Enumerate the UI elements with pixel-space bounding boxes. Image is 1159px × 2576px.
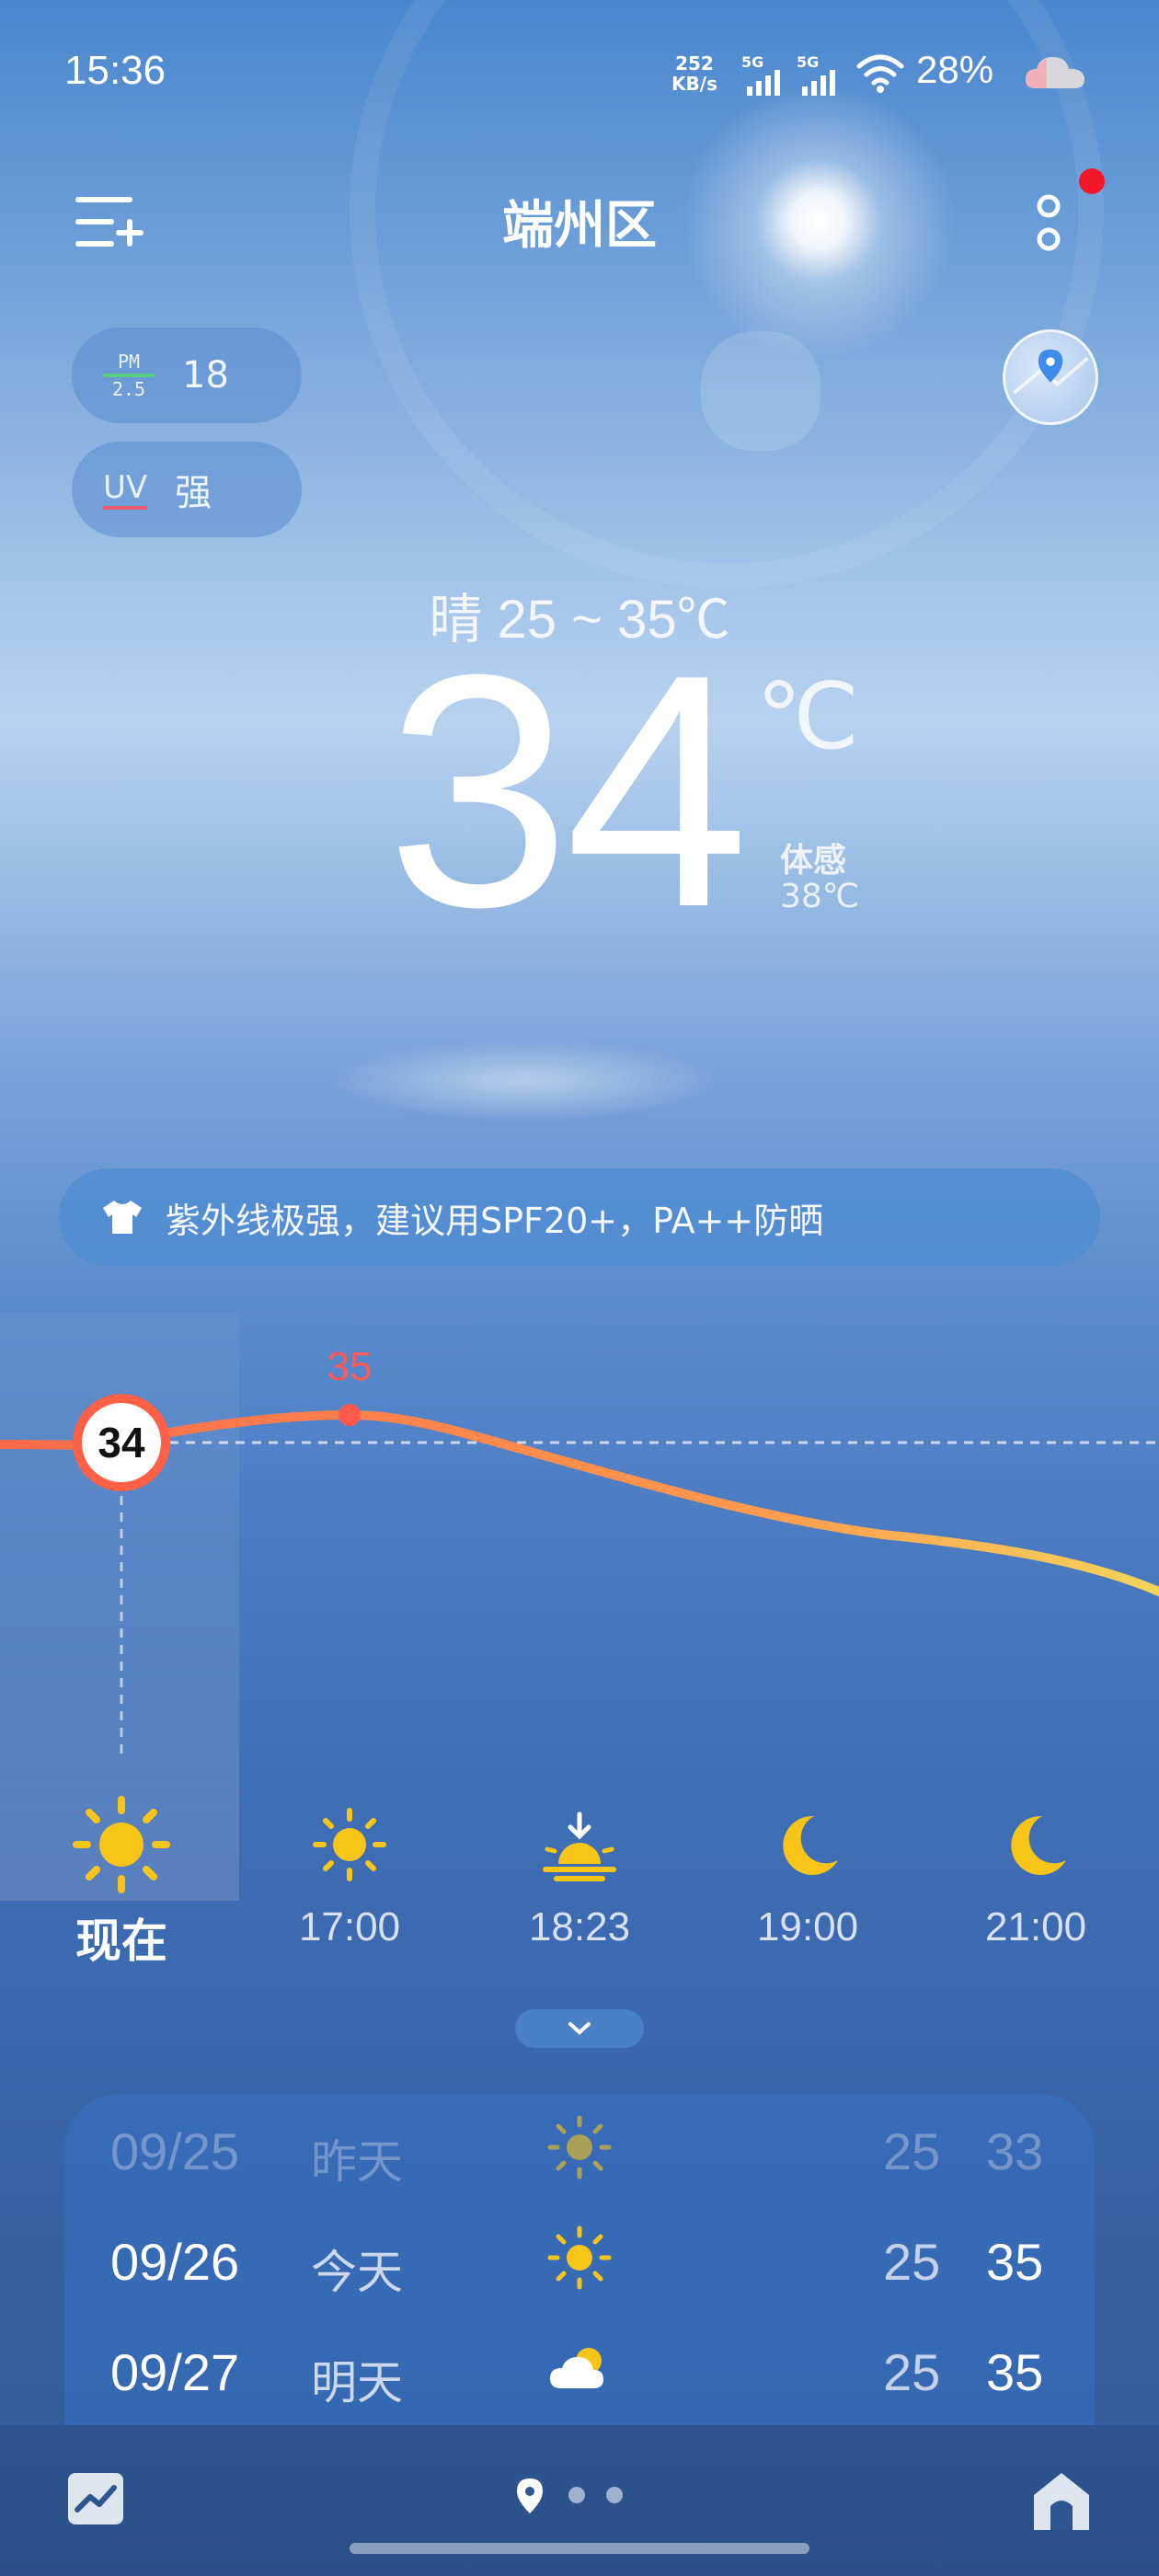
- sun-icon: [547, 2225, 612, 2290]
- pm25-label-bottom: 2.5: [111, 378, 146, 400]
- more-options-icon[interactable]: [1030, 191, 1067, 256]
- status-time: 15:36: [64, 48, 166, 93]
- hour-item[interactable]: 21:00: [962, 1794, 1109, 1950]
- trend-chart-icon[interactable]: [66, 2471, 125, 2526]
- tip-banner[interactable]: 紫外线极强，建议用SPF20+，PA++防晒: [59, 1168, 1100, 1266]
- moon-icon: [783, 1815, 838, 1875]
- signal-icon: 5G: [797, 53, 843, 96]
- daily-forecast-card: 09/25 昨天 25 33 09/26 今天 25 35 09/27 明天 2…: [64, 2094, 1095, 2425]
- daily-date: 09/26: [110, 2233, 240, 2291]
- signal-label: 5G: [741, 53, 764, 71]
- home-icon[interactable]: [1028, 2467, 1095, 2534]
- daily-high: 33: [986, 2122, 1044, 2180]
- hour-label: 现在: [75, 1915, 167, 1967]
- battery-level: 28%: [916, 48, 994, 91]
- hour-label: 17:00: [298, 1904, 401, 1949]
- hour-label: 19:00: [756, 1904, 859, 1949]
- city-title[interactable]: 端州区: [0, 184, 1159, 259]
- hourly-temperature-chart[interactable]: 35 34: [0, 1325, 1159, 1766]
- tshirt-icon: [103, 1201, 142, 1234]
- daily-date: 09/25: [110, 2122, 240, 2180]
- peak-point: [339, 1404, 361, 1426]
- signal-icon: 5G: [741, 53, 787, 96]
- hour-item[interactable]: 19:00: [734, 1794, 881, 1950]
- net-speed-value: 252: [675, 52, 714, 75]
- pm25-pill[interactable]: PM 2.5 18: [72, 328, 302, 423]
- hour-item[interactable]: 18:23: [506, 1794, 653, 1950]
- current-temp-badge-value: 34: [98, 1419, 145, 1466]
- daily-name: 昨天: [311, 2136, 403, 2188]
- sun-icon: [547, 2115, 612, 2179]
- hour-label: 18:23: [528, 1904, 631, 1949]
- page-dot: [606, 2487, 623, 2503]
- peak-temp-label: 35: [327, 1344, 373, 1389]
- pm25-label-top: PM: [117, 351, 141, 373]
- location-pin-icon: [1013, 349, 1089, 395]
- daily-row[interactable]: 09/27 明天 25 35: [64, 2315, 1095, 2425]
- pm25-value: 18: [182, 354, 229, 397]
- daily-low: 25: [883, 2122, 941, 2180]
- daily-low: 25: [883, 2343, 941, 2401]
- moon-icon: [1011, 1815, 1066, 1875]
- cloud-icon: [1025, 57, 1084, 88]
- sunset-icon: [543, 1811, 616, 1881]
- uv-pill[interactable]: UV 强: [72, 442, 302, 537]
- tip-text: 紫外线极强，建议用SPF20+，PA++防晒: [166, 1200, 824, 1241]
- daily-high: 35: [986, 2233, 1044, 2291]
- expand-button[interactable]: [515, 2009, 644, 2048]
- bottom-nav: [0, 2425, 1159, 2576]
- notification-dot: [1079, 168, 1105, 194]
- daily-row[interactable]: 09/25 昨天 25 33: [64, 2094, 1095, 2204]
- uv-label: UV: [103, 469, 148, 510]
- signal-label: 5G: [797, 53, 820, 71]
- net-speed-unit: KB/s: [671, 73, 717, 95]
- partly-cloudy-icon: [550, 2348, 603, 2388]
- lens-flare: [701, 331, 820, 451]
- daily-low: 25: [883, 2233, 941, 2291]
- status-bar: 15:36 252 KB/s 5G 5G 28%: [0, 0, 1159, 147]
- sea-reflection: [331, 1040, 717, 1122]
- net-speed: 252 KB/s: [671, 53, 717, 94]
- map-button[interactable]: [1003, 329, 1098, 425]
- daily-row[interactable]: 09/26 今天 25 35: [64, 2204, 1095, 2315]
- page-indicator: [517, 2478, 623, 2513]
- hour-label: 21:00: [984, 1904, 1087, 1949]
- feels-like-label: 体感: [780, 842, 847, 880]
- hour-item-now[interactable]: 现在: [48, 1794, 195, 1971]
- uv-value: 强: [175, 472, 212, 514]
- page-dot: [568, 2487, 585, 2503]
- hour-item[interactable]: 17:00: [276, 1794, 423, 1950]
- chevron-down-icon: [568, 2022, 591, 2035]
- daily-high: 35: [986, 2343, 1044, 2401]
- sun-icon: [313, 1808, 386, 1881]
- current-temperature: 34: [386, 606, 749, 976]
- sun-icon: [73, 1796, 170, 1893]
- pm25-label: PM 2.5: [103, 351, 155, 399]
- feels-like-value: 38℃: [780, 878, 860, 915]
- gesture-bar[interactable]: [350, 2543, 809, 2554]
- temperature-unit: ℃: [756, 665, 860, 768]
- daily-name: 明天: [311, 2357, 403, 2409]
- daily-date: 09/27: [110, 2343, 240, 2401]
- wifi-icon: [856, 54, 904, 93]
- daily-name: 今天: [311, 2247, 403, 2298]
